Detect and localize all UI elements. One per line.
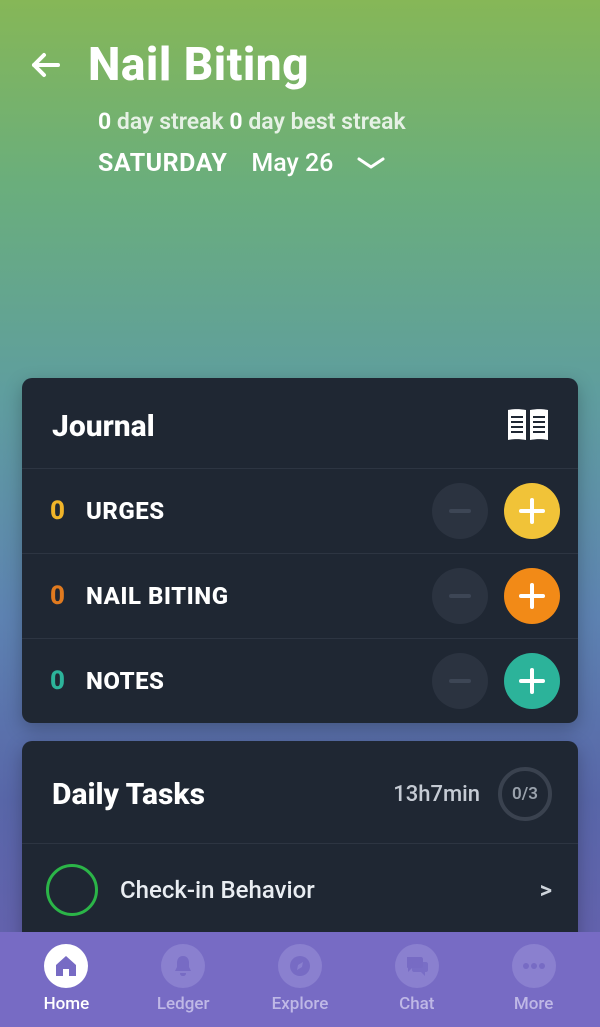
chevron-down-icon — [357, 156, 385, 172]
daily-tasks-progress-text: 0/3 — [512, 784, 538, 804]
decrement-button[interactable] — [432, 483, 488, 539]
nav-label: Chat — [399, 994, 434, 1014]
header-top-row: Nail Biting — [28, 38, 572, 92]
daily-tasks-time-remaining: 13h7min — [393, 782, 480, 807]
nav-item-chat[interactable]: Chat — [362, 944, 472, 1014]
nav-item-more[interactable]: More — [479, 944, 589, 1014]
nav-label: Home — [44, 994, 90, 1014]
book-icon — [504, 406, 552, 446]
nav-label: More — [514, 994, 553, 1014]
journal-header: Journal — [22, 378, 578, 468]
best-streak-label: day best streak — [243, 108, 406, 135]
nav-item-ledger[interactable]: Ledger — [128, 944, 238, 1014]
minus-icon — [449, 679, 471, 683]
task-label: Check-in Behavior — [120, 876, 518, 904]
arrow-left-icon — [28, 48, 62, 82]
journal-card: Journal — [22, 378, 578, 723]
minus-icon — [449, 594, 471, 598]
plus-icon — [517, 666, 547, 696]
daily-tasks-progress-badge: 0/3 — [498, 767, 552, 821]
journal-row-urges: 0 URGES — [22, 468, 578, 553]
journal-count: 0 — [50, 496, 70, 526]
task-complete-circle[interactable] — [46, 864, 98, 916]
back-button[interactable] — [28, 48, 62, 82]
compass-icon — [278, 944, 322, 988]
chat-icon — [395, 944, 439, 988]
more-icon — [512, 944, 556, 988]
date-rest: May 26 — [251, 149, 333, 178]
increment-button[interactable] — [504, 568, 560, 624]
journal-label: URGES — [86, 497, 416, 525]
best-streak-value: 0 — [229, 108, 242, 135]
task-row-check-in[interactable]: Check-in Behavior > — [22, 843, 578, 936]
daily-tasks-title: Daily Tasks — [52, 777, 375, 812]
header: Nail Biting 0 day streak 0 day best stre… — [0, 0, 600, 178]
journal-count: 0 — [50, 581, 70, 611]
date-day: SATURDAY — [98, 149, 227, 178]
decrement-button[interactable] — [432, 568, 488, 624]
chevron-right-icon: > — [540, 876, 552, 904]
increment-button[interactable] — [504, 483, 560, 539]
plus-icon — [517, 581, 547, 611]
increment-button[interactable] — [504, 653, 560, 709]
journal-open-button[interactable] — [504, 406, 552, 446]
streak-label: day streak — [111, 108, 229, 135]
nav-label: Ledger — [157, 994, 210, 1014]
home-icon — [44, 944, 88, 988]
journal-label: NAIL BITING — [86, 582, 416, 610]
nav-item-home[interactable]: Home — [11, 944, 121, 1014]
daily-tasks-header: Daily Tasks 13h7min 0/3 — [22, 741, 578, 843]
decrement-button[interactable] — [432, 653, 488, 709]
streak-value: 0 — [98, 108, 111, 135]
journal-title: Journal — [52, 409, 155, 444]
journal-label: NOTES — [86, 667, 416, 695]
minus-icon — [449, 509, 471, 513]
bottom-nav: Home Ledger Explore Chat More — [0, 932, 600, 1027]
bell-icon — [161, 944, 205, 988]
nav-item-explore[interactable]: Explore — [245, 944, 355, 1014]
app-screen: Nail Biting 0 day streak 0 day best stre… — [0, 0, 600, 1027]
journal-count: 0 — [50, 666, 70, 696]
nav-label: Explore — [272, 994, 329, 1014]
date-selector[interactable]: SATURDAY May 26 — [98, 149, 572, 178]
page-title: Nail Biting — [88, 38, 309, 92]
streak-line: 0 day streak 0 day best streak — [98, 108, 572, 135]
journal-row-nail-biting: 0 NAIL BITING — [22, 553, 578, 638]
plus-icon — [517, 496, 547, 526]
card-stack: Journal — [0, 378, 600, 966]
journal-row-notes: 0 NOTES — [22, 638, 578, 723]
